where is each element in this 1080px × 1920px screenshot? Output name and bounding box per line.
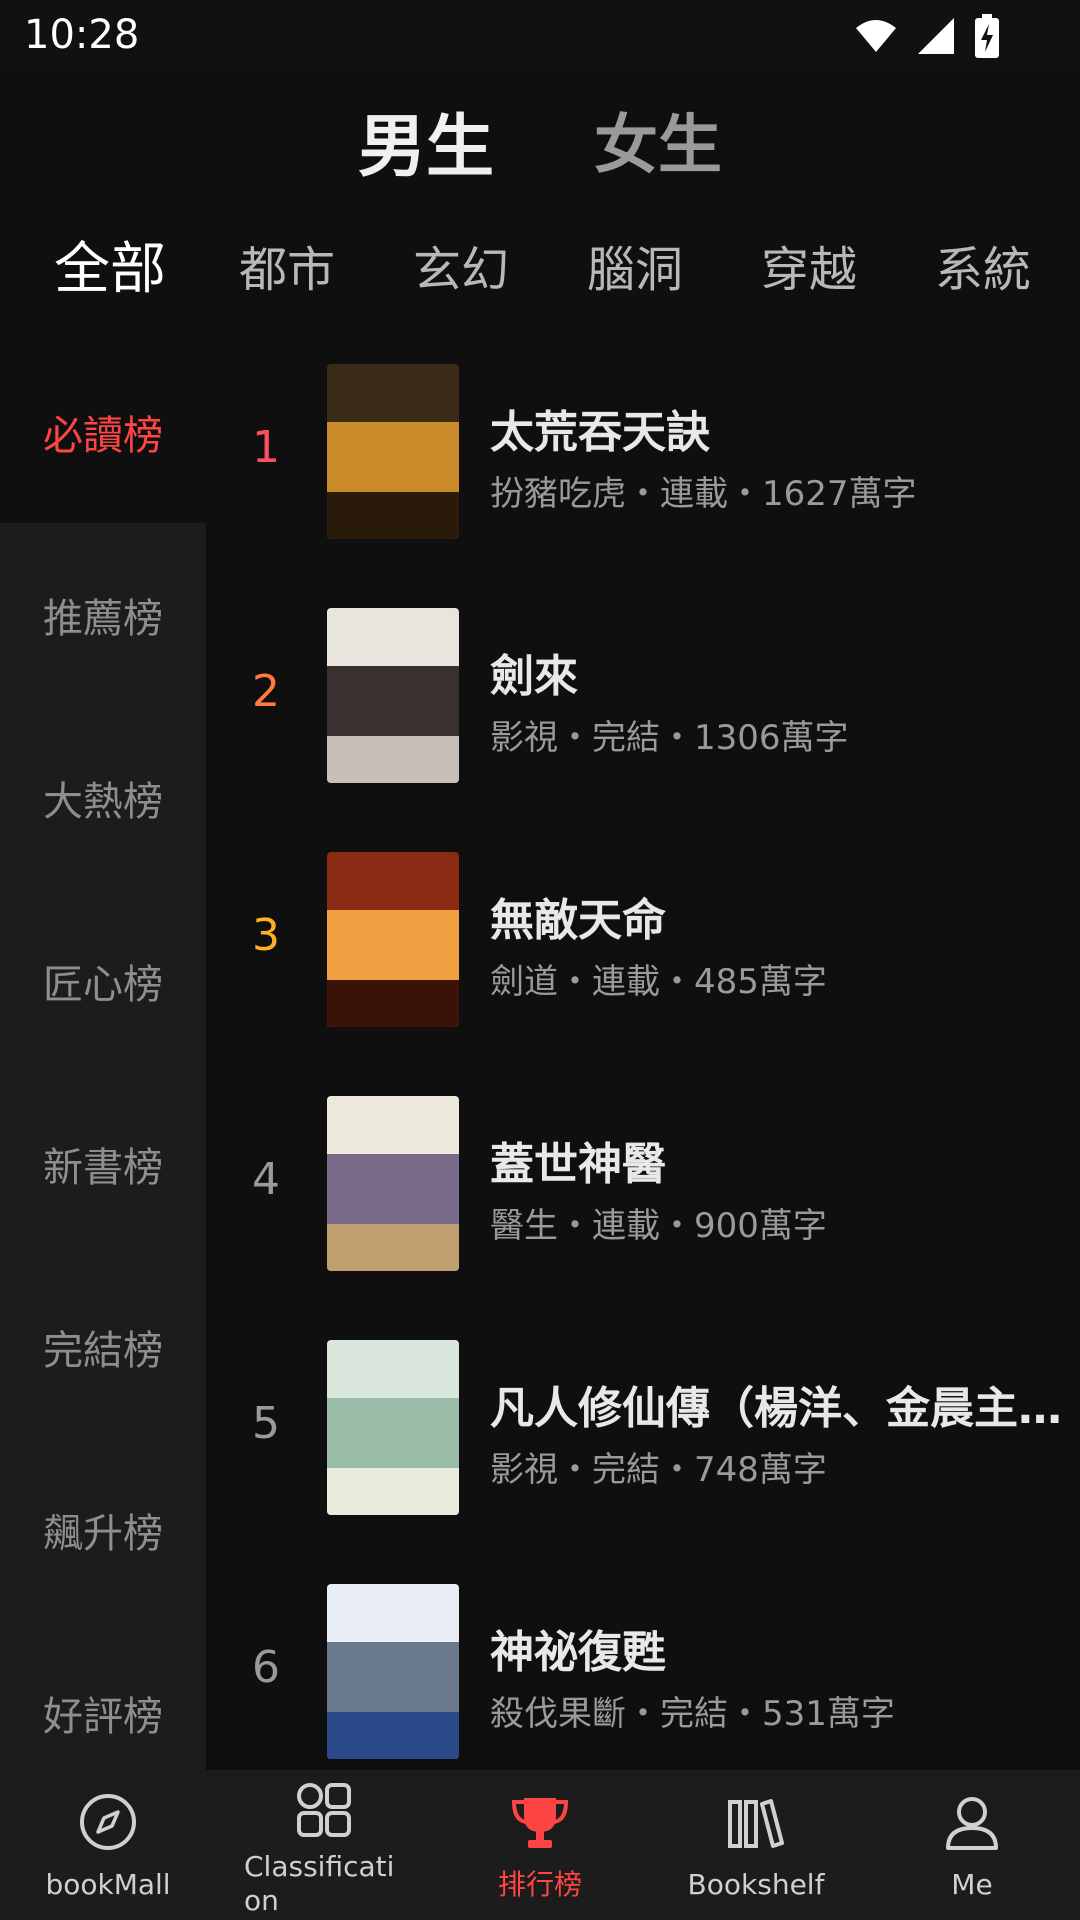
sidebar-item-new-books[interactable]: 新書榜 [0,1072,206,1255]
book-meta: 扮豬吃虎・連載・1627萬字 [490,474,917,514]
book-title: 劍來 [490,651,578,702]
book-meta: 醫生・連載・900萬字 [490,1206,827,1246]
sidebar-item-rising[interactable]: 飆升榜 [0,1438,206,1621]
sidebar-item-craft[interactable]: 匠心榜 [0,889,206,1072]
nav-bookshelf[interactable]: Bookshelf [648,1770,864,1920]
category-tabs: 全部 都市 玄幻 腦洞 穿越 系統 [0,230,1080,310]
book-title: 蓋世神醫 [490,1139,666,1190]
bookshelf-icon [728,1799,784,1848]
category-tab-brainhole[interactable]: 腦洞 [587,230,683,300]
sidebar-item-completed[interactable]: 完結榜 [0,1255,206,1438]
book-row[interactable]: 2 劍來 影視・完結・1306萬字 [206,596,1080,840]
nav-ranking[interactable]: 排行榜 [432,1770,648,1920]
tab-female[interactable]: 女生 [594,94,722,186]
book-row[interactable]: 4 蓋世神醫 醫生・連載・900萬字 [206,1084,1080,1328]
rank-number: 5 [252,1398,280,1449]
ranking-sidebar: 必讀榜 推薦榜 大熱榜 匠心榜 新書榜 完結榜 飆升榜 好評榜 [0,340,206,1770]
sidebar-item-hot[interactable]: 大熱榜 [0,706,206,889]
status-time: 10:28 [24,12,140,58]
category-tab-timetravel[interactable]: 穿越 [761,230,857,300]
book-row[interactable]: 3 無敵天命 劍道・連載・485萬字 [206,840,1080,1084]
status-icons [854,14,1000,58]
book-cover [327,852,459,1027]
book-row[interactable]: 6 神祕復甦 殺伐果斷・完結・531萬字 [206,1572,1080,1770]
book-cover [327,608,459,783]
status-bar: 10:28 [0,0,1080,72]
nav-label: Classificati on [244,1850,395,1917]
book-title: 神祕復甦 [490,1627,666,1678]
book-row[interactable]: 1 太荒吞天訣 扮豬吃虎・連載・1627萬字 [206,352,1080,596]
sidebar-item-must-read[interactable]: 必讀榜 [0,340,206,523]
rank-number: 6 [252,1642,280,1693]
book-meta: 影視・完結・1306萬字 [490,718,849,758]
wifi-icon [856,20,896,52]
nav-label: Bookshelf [687,1868,825,1901]
book-title: 無敵天命 [490,895,666,946]
trophy-icon [511,1798,569,1848]
compass-icon [80,1794,136,1850]
nav-label: bookMall [45,1868,171,1901]
gender-tabs: 男生 女生 [0,90,1080,190]
grid-icon [297,1783,351,1837]
book-cover [327,1340,459,1515]
bottom-nav: bookMall Classificati on 排行榜 Bookshelf M… [0,1770,1080,1920]
signal-icon [918,18,954,54]
book-cover [327,364,459,539]
nav-bookmall[interactable]: bookMall [0,1770,216,1920]
rank-number: 3 [252,910,280,961]
book-cover [327,1096,459,1271]
book-cover [327,1584,459,1759]
nav-label: 排行榜 [497,1868,582,1901]
book-title: 太荒吞天訣 [490,407,710,458]
book-meta: 影視・完結・748萬字 [490,1450,827,1490]
rank-number: 1 [252,422,280,473]
rank-number: 2 [252,666,280,717]
category-tab-system[interactable]: 系統 [935,230,1031,300]
person-icon [946,1797,998,1850]
battery-icon [975,14,999,58]
book-title: 凡人修仙傳（楊洋、金晨主演... [490,1383,1070,1434]
book-meta: 殺伐果斷・完結・531萬字 [490,1694,895,1734]
category-tab-fantasy[interactable]: 玄幻 [413,230,509,300]
nav-classification[interactable]: Classificati on [216,1770,432,1920]
rank-number: 4 [252,1154,280,1205]
nav-label: Me [951,1868,993,1901]
sidebar-item-recommended[interactable]: 推薦榜 [0,523,206,706]
nav-me[interactable]: Me [864,1770,1080,1920]
category-tab-urban[interactable]: 都市 [239,230,335,300]
book-row[interactable]: 5 凡人修仙傳（楊洋、金晨主演... 影視・完結・748萬字 [206,1328,1080,1572]
tab-male[interactable]: 男生 [358,91,494,190]
ranking-list: 1 太荒吞天訣 扮豬吃虎・連載・1627萬字 2 劍來 影視・完結・1306萬字… [206,340,1080,1770]
book-meta: 劍道・連載・485萬字 [490,962,827,1002]
category-tab-all[interactable]: 全部 [54,224,166,305]
